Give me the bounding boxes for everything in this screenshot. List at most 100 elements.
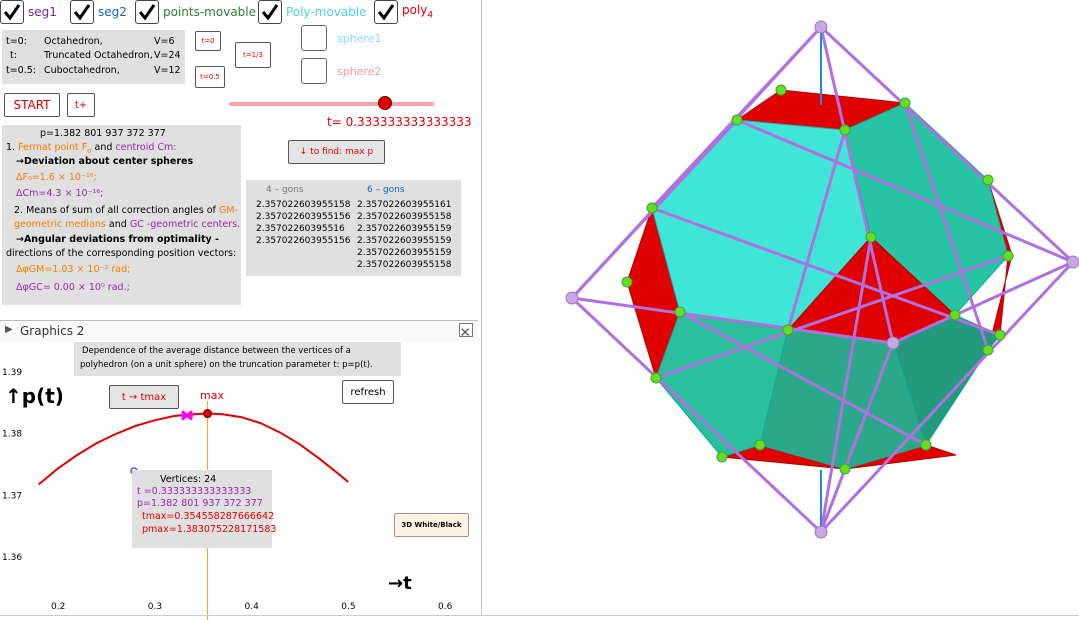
gons6-value: 2.357022603955158 — [357, 260, 452, 270]
poly4-sub: 4 — [427, 10, 434, 21]
medians-line: geometric medians and GC -geometric cent… — [14, 219, 240, 230]
delta-phi-gm: ΔφGM=1.03 × 10⁻² rad; — [16, 264, 131, 275]
gons4-header: 4 – gons — [266, 185, 304, 195]
x-tick-label: 0.6 — [438, 602, 453, 612]
seg1-label: seg1 — [28, 5, 57, 19]
t-value: t =0.333333333333333 — [137, 486, 252, 497]
check-icon — [0, 0, 24, 24]
directions-text: directions of the corresponding position… — [6, 248, 237, 259]
tmax-value: tmax=0.354558287666642 — [142, 511, 275, 522]
3d-polyhedron-view[interactable] — [482, 0, 1079, 615]
gons-panel: 4 – gons 6 – gons 2.357022603955158 2.35… — [246, 180, 461, 276]
t05-button[interactable]: t=0.5 — [195, 66, 225, 88]
gons4-column: 2.357022603955158 2.357022603955156 2.35… — [256, 199, 350, 247]
sphere1-label: sphere1 — [337, 32, 382, 45]
delta-cm: ΔCm=4.3 × 10⁻¹⁶; — [16, 188, 104, 199]
gons6-column: 2.357022603955161 2.357022603955158 2.35… — [357, 199, 451, 271]
y-tick-label: 1.39 — [2, 368, 22, 378]
gons6-value: 2.357022603955159 — [357, 224, 452, 234]
and-text: and — [94, 142, 113, 153]
y-tick-label: 1.37 — [2, 491, 22, 501]
t0-button[interactable]: t=0 — [195, 31, 221, 51]
means-line: 2. Means of sum of all correction angles… — [14, 205, 238, 216]
info-name0: Octahedron, — [44, 36, 103, 47]
gons4-value: 2.357022603955156 — [256, 236, 351, 246]
deviation-heading: →Deviation about center spheres — [16, 156, 194, 167]
centroid: centroid Cm: — [115, 142, 177, 153]
info-t1: t: — [10, 50, 17, 61]
close-icon[interactable] — [459, 323, 473, 337]
graphics2-title: Graphics 2 — [20, 324, 85, 338]
check-icon — [70, 0, 94, 24]
t-slider[interactable] — [229, 96, 434, 110]
vertices-count: Vertices: 24 — [160, 474, 217, 485]
seg1-checkbox[interactable]: seg1 — [0, 0, 57, 24]
bottom-border — [0, 615, 1079, 616]
seg2-label: seg2 — [98, 5, 127, 19]
max-point-marker — [203, 409, 213, 419]
sphere2-label: sphere2 — [337, 65, 382, 78]
p-value: p=1.382 801 937 372 377 — [40, 128, 166, 139]
gons6-value: 2.357022603955159 — [357, 248, 452, 258]
x-tick-label: 0.4 — [245, 602, 260, 612]
collapse-arrow-icon[interactable]: ▶ — [5, 324, 13, 335]
white-black-button[interactable]: 3D White/Black — [394, 513, 469, 537]
points-movable-label: points-movable — [163, 5, 257, 19]
x-tick-label: 0.5 — [341, 602, 355, 612]
seg2-checkbox[interactable]: seg2 — [70, 0, 127, 24]
x-tick-label: 0.3 — [148, 602, 162, 612]
gons4-value: 2.357022603955156 — [256, 212, 351, 222]
slider-handle[interactable] — [377, 96, 392, 110]
slider-track — [229, 102, 434, 106]
means-text: 2. Means of sum of all correction angles… — [14, 205, 216, 216]
polyhedron-faces — [626, 89, 1013, 470]
t13-button[interactable]: t=1/3 — [235, 42, 271, 68]
sphere2-checkbox[interactable] — [301, 58, 327, 84]
info-t0: t=0: — [6, 36, 27, 47]
gm-text: GM- — [218, 205, 238, 216]
fermat-line: 1. Fermat point Fo and centroid Cm: — [6, 142, 177, 155]
results-panel: p=1.382 801 937 372 377 1. Fermat point … — [2, 125, 241, 305]
fermat-sub: o — [87, 146, 92, 155]
sphere1-checkbox[interactable] — [301, 25, 327, 51]
info-panel: t=0: Octahedron, V=6 t: Truncated Octahe… — [2, 30, 185, 84]
poly4-label: poly4 — [402, 3, 433, 20]
gons4-value: 2.35702260395516 — [256, 224, 345, 234]
x-tick-label: 0.2 — [51, 602, 65, 612]
poly4-checkbox[interactable]: poly4 — [374, 0, 433, 24]
info-name1: Truncated Octahedron, — [44, 50, 153, 61]
and2-text: and — [108, 219, 127, 230]
t-plus-button[interactable]: t+ — [67, 93, 95, 117]
gons6-value: 2.357022603955161 — [357, 200, 452, 210]
info-v1: V=24 — [154, 50, 181, 61]
info-v0: V=6 — [154, 36, 175, 47]
find-max-p-button[interactable]: ↓ to find: max p — [288, 140, 385, 164]
y-tick-label: 1.38 — [2, 430, 22, 440]
check-icon — [135, 0, 159, 24]
gons4-value: 2.357022603955158 — [256, 200, 351, 210]
p-value-2: p=1.382 801 937 372 377 — [137, 498, 263, 509]
points-movable-check2[interactable]: Poly-movable — [258, 0, 367, 24]
gc-centers: GC -geometric centers. — [129, 219, 241, 230]
y-tick-label: 1.36 — [2, 553, 22, 563]
delta-phi-gc: ΔφGC= 0.00 × 10⁰ rad.; — [16, 282, 130, 293]
pmax-value: pmax=1.383075228171583 — [142, 524, 277, 535]
current-point-marker — [180, 410, 193, 421]
info-t2: t=0.5: — [6, 65, 36, 76]
info-v2: V=12 — [154, 65, 181, 76]
delta-f0: ΔF₀=1.6 × 10⁻¹⁶; — [16, 172, 97, 183]
gons6-value: 2.357022603955158 — [357, 212, 452, 222]
l1-num: 1. — [6, 142, 16, 153]
check-icon — [258, 0, 282, 24]
angular-heading: →Angular deviations from optimality - — [16, 234, 219, 245]
slider-value: t= 0.333333333333333 — [327, 115, 472, 129]
info-name2: Cuboctahedron, — [44, 65, 120, 76]
start-button[interactable]: START — [4, 93, 60, 117]
points-movable-checkbox[interactable]: points-movable — [135, 0, 256, 24]
poly4-text: poly — [402, 3, 428, 18]
gons6-value: 2.357022603955159 — [357, 236, 452, 246]
gm-medians: geometric medians — [14, 219, 106, 230]
gons6-header: 6 – gons — [367, 185, 405, 195]
check-icon — [374, 0, 398, 24]
graphics2-header: ▶ Graphics 2 — [0, 321, 478, 341]
